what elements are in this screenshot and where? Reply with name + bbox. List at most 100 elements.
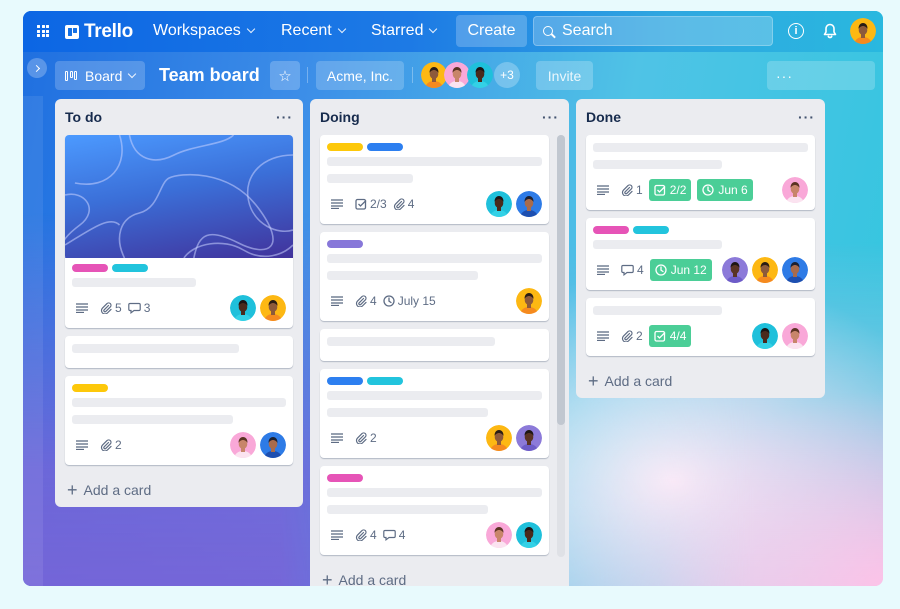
label-yellow[interactable]	[72, 384, 108, 392]
member-avatar[interactable]	[486, 522, 512, 548]
member-avatar[interactable]	[516, 425, 542, 451]
card[interactable]: 2/3 4	[320, 135, 549, 224]
card-title-placeholder	[327, 271, 478, 280]
board-title[interactable]: Team board	[159, 65, 260, 86]
scrollbar-thumb[interactable]	[557, 135, 565, 425]
description-icon	[597, 331, 609, 341]
card[interactable]: 2 4/4	[586, 298, 815, 356]
card[interactable]: 2	[65, 376, 293, 465]
label-cyan[interactable]	[367, 377, 403, 385]
label-yellow[interactable]	[327, 143, 363, 151]
card[interactable]: 53	[65, 135, 293, 328]
card-labels	[593, 226, 808, 234]
list-menu-icon[interactable]: ···	[542, 109, 559, 125]
nav-workspaces[interactable]: Workspaces	[153, 22, 255, 40]
due-date-complete-badge: Jun 12	[649, 259, 712, 281]
more-members-count[interactable]: +3	[494, 62, 520, 88]
card-badges: 2/3 4	[327, 191, 542, 217]
label-cyan[interactable]	[633, 226, 669, 234]
invite-button[interactable]: Invite	[536, 61, 593, 90]
member-avatar[interactable]	[486, 425, 512, 451]
star-button[interactable]: ☆	[270, 61, 300, 90]
member-avatar[interactable]	[722, 257, 748, 283]
trello-logo[interactable]: Trello	[65, 21, 133, 43]
card[interactable]: 4 July 15	[320, 232, 549, 321]
card-members	[230, 295, 286, 321]
comments-badge: 3	[127, 301, 150, 315]
member-avatar[interactable]	[782, 323, 808, 349]
attachments-badge: 4	[355, 528, 377, 542]
member-avatar[interactable]	[752, 257, 778, 283]
list-header[interactable]: Done ···	[576, 99, 825, 135]
create-button[interactable]: Create	[456, 15, 527, 47]
card-title-placeholder	[327, 174, 413, 183]
sidebar-toggle[interactable]	[27, 58, 47, 78]
board-menu-button[interactable]: ···	[767, 61, 875, 90]
member-avatar[interactable]	[467, 62, 493, 88]
chevron-down-icon	[246, 24, 255, 34]
list-header[interactable]: Doing ···	[310, 99, 569, 135]
label-pink[interactable]	[593, 226, 629, 234]
checklist-complete-badge: 4/4	[648, 325, 692, 347]
card-badges: 2	[327, 425, 542, 451]
member-avatar[interactable]	[230, 432, 256, 458]
search-input[interactable]: Search	[533, 16, 773, 46]
add-card-button[interactable]: + Add a card	[576, 364, 825, 398]
member-avatar[interactable]	[260, 295, 286, 321]
card-badges: 4 Jun 12	[593, 257, 808, 283]
comments-badge: 4	[621, 263, 644, 277]
card-title-placeholder	[593, 306, 722, 315]
workspace-button[interactable]: Acme, Inc.	[316, 61, 404, 90]
info-icon[interactable]: i	[788, 23, 804, 39]
card-cover	[65, 135, 293, 258]
label-purple[interactable]	[327, 240, 363, 248]
label-blue[interactable]	[327, 377, 363, 385]
card[interactable]: 2	[320, 369, 549, 458]
list-header[interactable]: To do ···	[55, 99, 303, 135]
card[interactable]	[65, 336, 293, 368]
user-avatar[interactable]	[850, 18, 876, 44]
label-pink[interactable]	[327, 474, 363, 482]
card[interactable]: 1 2/2 Jun 6	[586, 135, 815, 210]
member-avatar[interactable]	[752, 323, 778, 349]
attachments-badge: 2	[621, 329, 643, 343]
description-icon	[331, 199, 343, 209]
label-pink[interactable]	[72, 264, 108, 272]
star-icon: ☆	[278, 67, 292, 85]
member-avatar[interactable]	[782, 257, 808, 283]
member-avatar[interactable]	[260, 432, 286, 458]
list-menu-icon[interactable]: ···	[798, 109, 815, 125]
nav-recent[interactable]: Recent	[281, 22, 346, 40]
checklist-badge: 2/3	[355, 197, 387, 211]
member-avatar[interactable]	[516, 191, 542, 217]
nav-recent-label: Recent	[281, 22, 332, 39]
card-badges: 1 2/2 Jun 6	[593, 177, 808, 203]
member-avatar[interactable]	[516, 288, 542, 314]
nav-starred[interactable]: Starred	[371, 22, 438, 40]
member-avatar[interactable]	[516, 522, 542, 548]
card-members	[722, 257, 808, 283]
card-labels	[327, 474, 542, 482]
list-menu-icon[interactable]: ···	[276, 109, 293, 125]
view-switcher-button[interactable]: Board	[55, 61, 145, 90]
board-view-icon	[65, 70, 77, 81]
app-name: Trello	[84, 21, 133, 42]
member-avatar[interactable]	[230, 295, 256, 321]
card[interactable]: 4 Jun 12	[586, 218, 815, 290]
bell-icon[interactable]	[823, 23, 837, 39]
add-card-button[interactable]: + Add a card	[55, 473, 303, 507]
label-cyan[interactable]	[112, 264, 148, 272]
apps-grid-icon[interactable]	[37, 25, 49, 37]
sidebar-rail	[23, 96, 43, 586]
search-placeholder: Search	[562, 22, 613, 39]
card-members	[782, 177, 808, 203]
card-members	[752, 323, 808, 349]
list-scrollbar[interactable]	[557, 135, 565, 557]
card[interactable]: 44	[320, 466, 549, 555]
member-avatar[interactable]	[486, 191, 512, 217]
board-members[interactable]: +3	[421, 62, 520, 88]
label-blue[interactable]	[367, 143, 403, 151]
member-avatar[interactable]	[782, 177, 808, 203]
add-card-button[interactable]: + Add a card	[310, 563, 569, 586]
card[interactable]	[320, 329, 549, 361]
